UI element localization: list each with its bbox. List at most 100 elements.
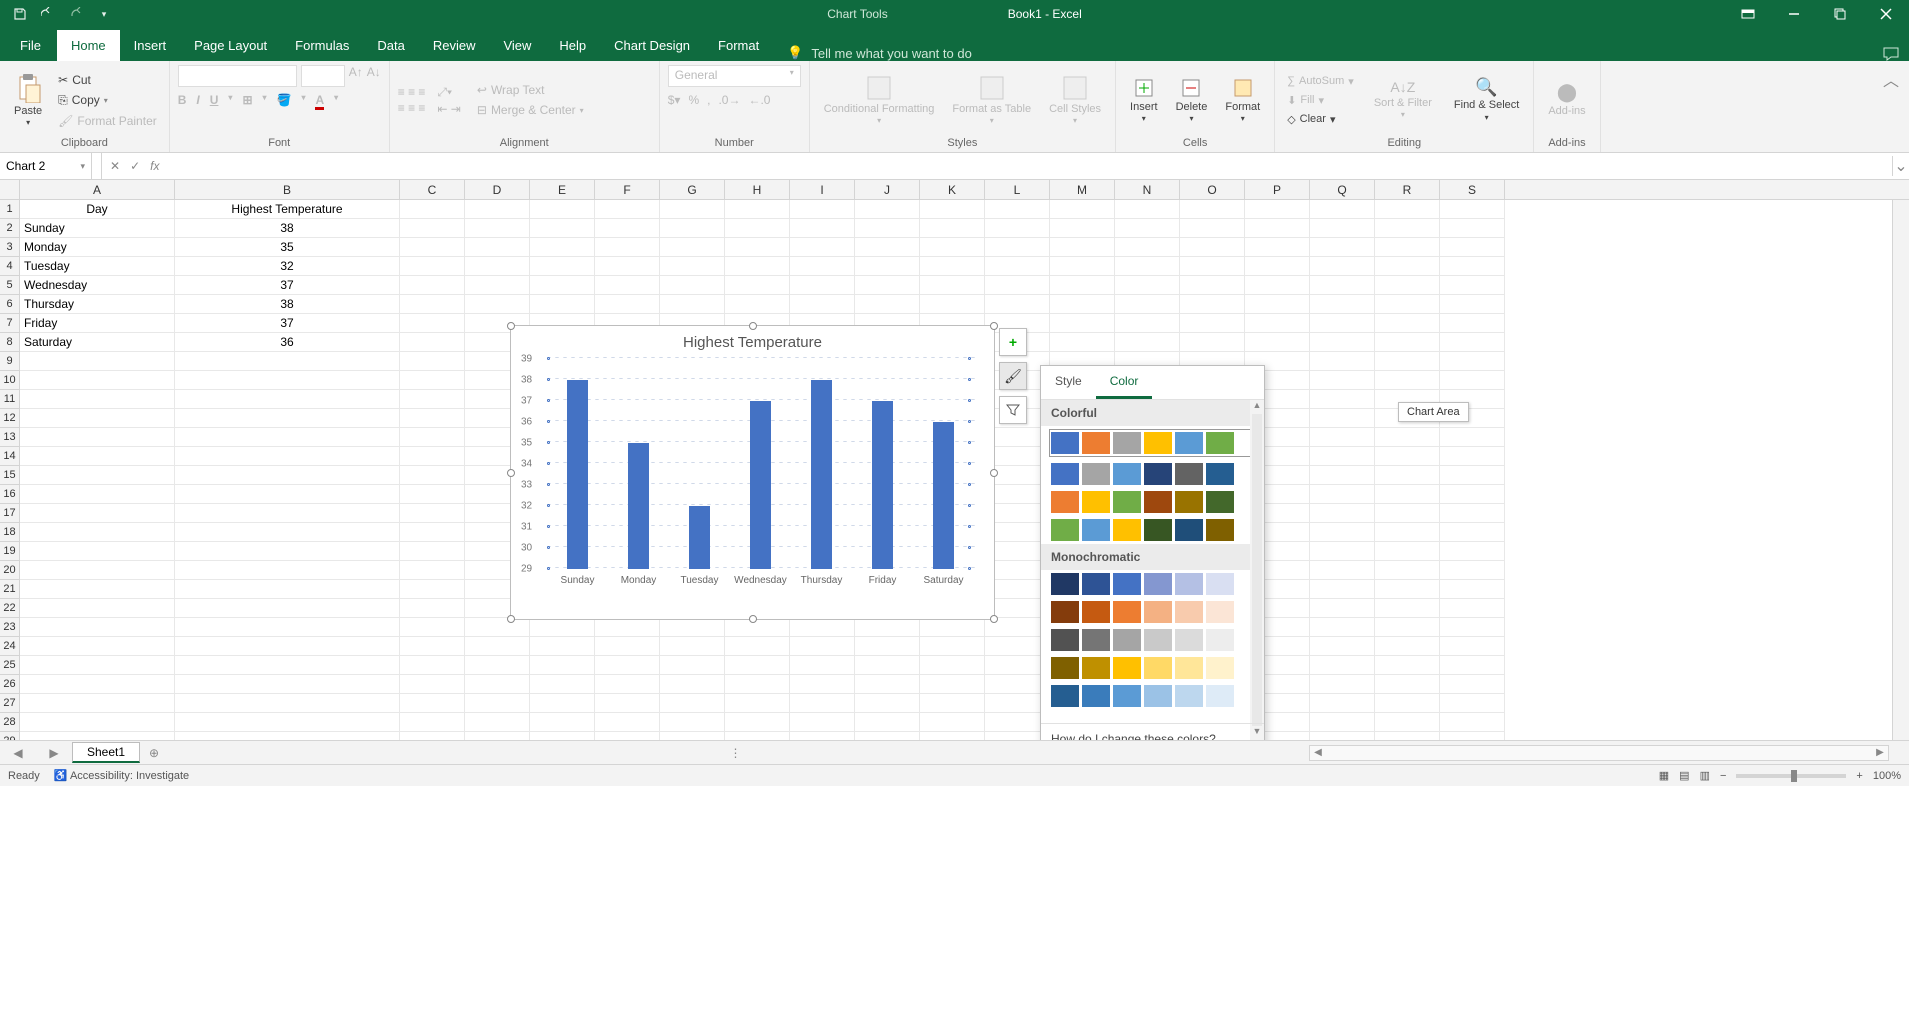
cell[interactable] [1310, 352, 1375, 371]
cell[interactable] [1375, 466, 1440, 485]
cell[interactable] [1310, 713, 1375, 732]
row-header[interactable]: 4 [0, 257, 20, 276]
cell[interactable]: Friday [20, 314, 175, 333]
cell[interactable] [1050, 200, 1115, 219]
cell[interactable] [1115, 257, 1180, 276]
cell[interactable] [1440, 200, 1505, 219]
column-header[interactable]: F [595, 180, 660, 199]
cell[interactable] [20, 523, 175, 542]
cell[interactable] [855, 618, 920, 637]
cell[interactable] [20, 656, 175, 675]
tab-insert[interactable]: Insert [120, 30, 181, 61]
cell[interactable] [790, 257, 855, 276]
cell[interactable] [400, 238, 465, 257]
cell[interactable] [175, 447, 400, 466]
row-header[interactable]: 23 [0, 618, 20, 637]
tab-color[interactable]: Color [1096, 366, 1153, 399]
cell[interactable] [20, 504, 175, 523]
cell[interactable] [465, 276, 530, 295]
collapse-ribbon-icon[interactable]: ︿ [1883, 61, 1909, 152]
cell[interactable] [985, 276, 1050, 295]
row-header[interactable]: 6 [0, 295, 20, 314]
row-header[interactable]: 26 [0, 675, 20, 694]
cell[interactable] [1245, 200, 1310, 219]
column-header[interactable]: I [790, 180, 855, 199]
format-cells-button[interactable]: Format▾ [1219, 75, 1266, 126]
cell[interactable] [920, 618, 985, 637]
cell[interactable] [790, 713, 855, 732]
column-header[interactable]: L [985, 180, 1050, 199]
cell[interactable] [175, 466, 400, 485]
column-header[interactable]: S [1440, 180, 1505, 199]
cell[interactable] [725, 713, 790, 732]
cell[interactable] [400, 580, 465, 599]
color-scheme-option[interactable] [1041, 682, 1264, 710]
cell[interactable] [530, 637, 595, 656]
cell[interactable] [530, 694, 595, 713]
undo-icon[interactable] [36, 2, 60, 26]
cell[interactable] [660, 675, 725, 694]
chart-plot-area[interactable]: 2930313233343536373839 [547, 359, 974, 569]
copy-button[interactable]: ⎘Copy▾ [54, 91, 161, 110]
cell[interactable] [1180, 257, 1245, 276]
cell[interactable] [1375, 542, 1440, 561]
cell[interactable] [660, 219, 725, 238]
color-scheme-option[interactable] [1041, 488, 1264, 516]
cell[interactable] [400, 656, 465, 675]
cell[interactable] [175, 694, 400, 713]
tab-formulas[interactable]: Formulas [281, 30, 363, 61]
cell[interactable] [985, 257, 1050, 276]
cell[interactable] [660, 694, 725, 713]
row-header[interactable]: 1 [0, 200, 20, 219]
cell[interactable] [920, 637, 985, 656]
cell[interactable] [790, 637, 855, 656]
cell[interactable] [400, 333, 465, 352]
cell[interactable] [985, 295, 1050, 314]
chart-bar[interactable] [689, 506, 710, 569]
color-scheme-option[interactable] [1049, 429, 1256, 457]
row-header[interactable]: 11 [0, 390, 20, 409]
cell[interactable] [1050, 238, 1115, 257]
cell[interactable] [1180, 314, 1245, 333]
column-header[interactable]: P [1245, 180, 1310, 199]
cell[interactable] [595, 637, 660, 656]
cell[interactable] [1375, 200, 1440, 219]
cell[interactable] [855, 219, 920, 238]
spreadsheet-grid[interactable]: ABCDEFGHIJKLMNOPQRS 1DayHighest Temperat… [0, 180, 1909, 740]
cell[interactable] [660, 637, 725, 656]
cell[interactable] [595, 675, 660, 694]
expand-formula-icon[interactable]: ⌄ [1892, 156, 1909, 176]
column-header[interactable]: N [1115, 180, 1180, 199]
zoom-in-button[interactable]: + [1856, 770, 1862, 782]
cell[interactable] [1440, 276, 1505, 295]
cell[interactable] [20, 637, 175, 656]
tab-data[interactable]: Data [363, 30, 418, 61]
cell[interactable] [1440, 466, 1505, 485]
cell[interactable] [400, 352, 465, 371]
chart-bar[interactable] [872, 401, 893, 569]
cell[interactable] [1375, 352, 1440, 371]
cell[interactable] [20, 447, 175, 466]
cell[interactable] [400, 371, 465, 390]
cell[interactable] [1310, 675, 1375, 694]
cell[interactable]: Tuesday [20, 257, 175, 276]
cell[interactable] [1050, 333, 1115, 352]
row-header[interactable]: 25 [0, 656, 20, 675]
column-header[interactable]: B [175, 180, 400, 199]
zoom-slider[interactable] [1736, 774, 1846, 778]
cell[interactable] [400, 694, 465, 713]
column-header[interactable]: A [20, 180, 175, 199]
color-scheme-option[interactable] [1041, 626, 1264, 654]
cell[interactable]: Highest Temperature [175, 200, 400, 219]
tab-help[interactable]: Help [545, 30, 600, 61]
cell[interactable] [985, 200, 1050, 219]
color-pane-footer-link[interactable]: How do I change these colors? [1041, 723, 1264, 740]
cell[interactable] [465, 694, 530, 713]
cell[interactable] [465, 618, 530, 637]
cell[interactable] [1310, 561, 1375, 580]
cell[interactable] [660, 618, 725, 637]
cell[interactable] [400, 409, 465, 428]
zoom-level[interactable]: 100% [1873, 770, 1901, 782]
cell[interactable] [1050, 314, 1115, 333]
cell[interactable] [1440, 637, 1505, 656]
